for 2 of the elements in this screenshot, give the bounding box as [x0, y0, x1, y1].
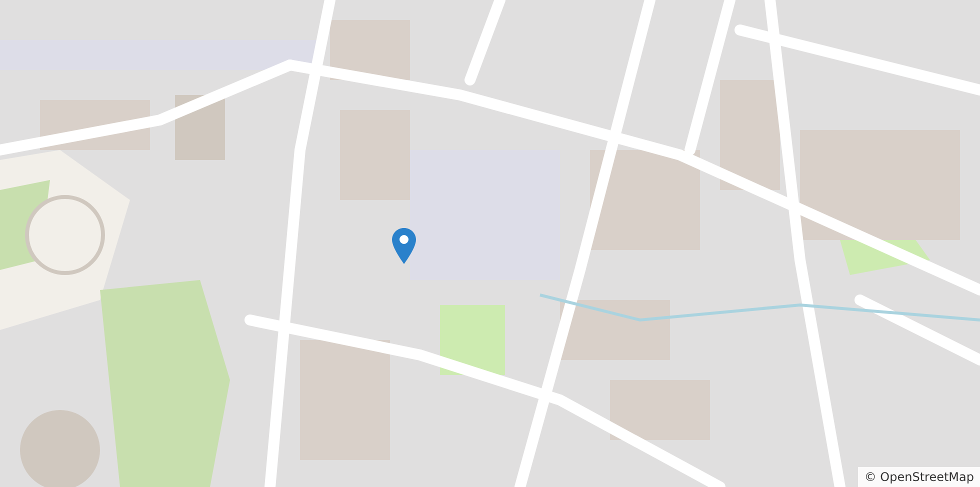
attribution-text: © OpenStreetMap	[858, 467, 980, 487]
map-marker-icon[interactable]	[392, 228, 416, 264]
